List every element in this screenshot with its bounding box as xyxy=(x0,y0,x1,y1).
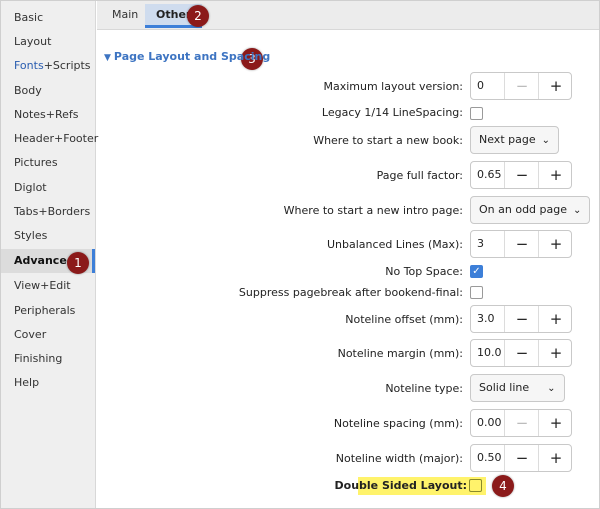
callout-marker-1: 1 xyxy=(67,252,89,274)
decrement-button[interactable]: − xyxy=(504,73,539,99)
chevron-down-icon: ▼ xyxy=(104,53,111,63)
decrement-button[interactable]: − xyxy=(504,162,539,188)
unbalanced-lines-value[interactable]: 3 xyxy=(477,231,484,257)
decrement-button[interactable]: − xyxy=(504,410,539,436)
noteline-type-dropdown[interactable]: Solid line ⌄ xyxy=(470,374,565,402)
noteline-margin-label: Noteline margin (mm): xyxy=(337,347,463,360)
sidebar-item-label: Styles xyxy=(14,229,48,242)
noteline-offset-label: Noteline offset (mm): xyxy=(345,313,463,326)
sidebar-item-view-edit[interactable]: View+Edit xyxy=(1,274,95,298)
chevron-down-icon: ⌄ xyxy=(541,135,550,146)
page-full-factor-label: Page full factor: xyxy=(376,169,463,182)
sidebar-item-label: View+Edit xyxy=(14,279,71,292)
increment-button[interactable]: + xyxy=(538,306,573,332)
chevron-down-icon: ⌄ xyxy=(573,205,582,216)
dropdown-value: Solid line xyxy=(479,381,530,394)
sidebar-item-cover[interactable]: Cover xyxy=(1,323,95,347)
increment-button[interactable]: + xyxy=(538,445,573,471)
suppress-pagebreak-label: Suppress pagebreak after bookend-final: xyxy=(238,286,463,299)
noteline-spacing-stepper[interactable]: 0.00 − + xyxy=(470,409,572,437)
sidebar-item-label: Tabs+Borders xyxy=(14,205,91,218)
chevron-down-icon: ⌄ xyxy=(547,383,556,394)
sidebar-item-label: Diglot xyxy=(14,181,47,194)
sidebar-item-styles[interactable]: Styles xyxy=(1,224,95,248)
sidebar-item-label: Body xyxy=(14,84,42,97)
noteline-offset-value[interactable]: 3.0 xyxy=(477,306,495,332)
sidebar-item-help[interactable]: Help xyxy=(1,371,95,395)
tab-label: Main xyxy=(112,8,139,21)
start-new-book-dropdown[interactable]: Next page ⌄ xyxy=(470,126,559,154)
sidebar-item-diglot[interactable]: Diglot xyxy=(1,176,95,200)
noteline-width-stepper[interactable]: 0.50 − + xyxy=(470,444,572,472)
noteline-spacing-value[interactable]: 0.00 xyxy=(477,410,502,436)
sidebar-item-notes-refs[interactable]: Notes+Refs xyxy=(1,103,95,127)
max-layout-version-stepper[interactable]: 0 − + xyxy=(470,72,572,100)
sidebar-item-label: Advanced xyxy=(14,254,75,267)
no-top-space-checkbox[interactable]: ✓ xyxy=(470,265,483,278)
callout-marker-2: 2 xyxy=(187,5,209,27)
increment-button[interactable]: + xyxy=(538,73,573,99)
no-top-space-label: No Top Space: xyxy=(385,265,463,278)
noteline-margin-value[interactable]: 10.0 xyxy=(477,340,502,366)
noteline-width-label: Noteline width (major): xyxy=(335,452,463,465)
max-layout-version-label: Maximum layout version: xyxy=(323,80,463,93)
sidebar-item-tabs-borders[interactable]: Tabs+Borders xyxy=(1,200,95,224)
sidebar-item-header-footer[interactable]: Header+Footer xyxy=(1,127,99,151)
page-full-factor-stepper[interactable]: 0.65 − + xyxy=(470,161,572,189)
sidebar-item-label: Pictures xyxy=(14,156,58,169)
increment-button[interactable]: + xyxy=(538,231,573,257)
sidebar-item-label: Help xyxy=(14,376,40,389)
checkmark-icon: ✓ xyxy=(472,266,481,277)
noteline-spacing-label: Noteline spacing (mm): xyxy=(333,417,463,430)
callout-marker-4: 4 xyxy=(492,475,514,497)
noteline-type-label: Noteline type: xyxy=(385,382,463,395)
dropdown-value: On an odd page xyxy=(479,203,567,216)
decrement-button[interactable]: − xyxy=(504,340,539,366)
increment-button[interactable]: + xyxy=(538,162,573,188)
suppress-pagebreak-checkbox[interactable] xyxy=(470,286,483,299)
sidebar-item-fonts-scripts[interactable]: Fonts+Scripts xyxy=(1,54,95,78)
sidebar-item-layout[interactable]: Layout xyxy=(1,30,95,54)
double-sided-highlight: Double Sided Layout: xyxy=(335,477,486,495)
sidebar-item-label: Cover xyxy=(14,328,47,341)
increment-button[interactable]: + xyxy=(538,340,573,366)
settings-window: Basic Layout Fonts+Scripts Body Notes+Re… xyxy=(0,0,600,509)
noteline-margin-stepper[interactable]: 10.0 − + xyxy=(470,339,572,367)
legacy-linespacing-checkbox[interactable] xyxy=(470,107,483,120)
start-intro-page-label: Where to start a new intro page: xyxy=(283,204,463,217)
section-title: Page Layout and Spacing xyxy=(113,50,271,63)
tab-bar: Main Other xyxy=(97,1,599,30)
double-sided-checkbox[interactable] xyxy=(469,479,482,492)
decrement-button[interactable]: − xyxy=(504,306,539,332)
sidebar-item-basic[interactable]: Basic xyxy=(1,6,95,30)
tab-main[interactable]: Main xyxy=(101,4,149,26)
sidebar-item-label-suffix: +Scripts xyxy=(43,59,91,72)
noteline-width-value[interactable]: 0.50 xyxy=(477,445,502,471)
dropdown-value: Next page xyxy=(479,133,536,146)
page-full-factor-value[interactable]: 0.65 xyxy=(477,162,502,188)
legacy-linespacing-label: Legacy 1/14 LineSpacing: xyxy=(321,106,463,119)
increment-button[interactable]: + xyxy=(538,410,573,436)
double-sided-label: Double Sided Layout: xyxy=(334,479,468,492)
max-layout-version-value[interactable]: 0 xyxy=(477,73,484,99)
sidebar-item-body[interactable]: Body xyxy=(1,79,95,103)
sidebar-item-label: Header+Footer xyxy=(14,132,99,145)
sidebar-item-peripherals[interactable]: Peripherals xyxy=(1,299,95,323)
sidebar-item-label: Finishing xyxy=(14,352,63,365)
start-new-book-label: Where to start a new book: xyxy=(313,134,463,147)
sidebar-item-label: Notes+Refs xyxy=(14,108,79,121)
decrement-button[interactable]: − xyxy=(504,445,539,471)
sidebar-item-label: Basic xyxy=(14,11,44,24)
sidebar-item-label: Peripherals xyxy=(14,304,76,317)
start-intro-page-dropdown[interactable]: On an odd page ⌄ xyxy=(470,196,591,224)
noteline-offset-stepper[interactable]: 3.0 − + xyxy=(470,305,572,333)
sidebar-item-pictures[interactable]: Pictures xyxy=(1,151,95,175)
sidebar-item-label: Layout xyxy=(14,35,52,48)
decrement-button[interactable]: − xyxy=(504,231,539,257)
unbalanced-lines-stepper[interactable]: 3 − + xyxy=(470,230,572,258)
unbalanced-lines-label: Unbalanced Lines (Max): xyxy=(327,238,463,251)
section-header-page-layout[interactable]: ▼ Page Layout and Spacing xyxy=(104,50,270,63)
sidebar-item-finishing[interactable]: Finishing xyxy=(1,347,95,371)
sidebar-item-label-prefix: Fonts xyxy=(14,59,44,72)
